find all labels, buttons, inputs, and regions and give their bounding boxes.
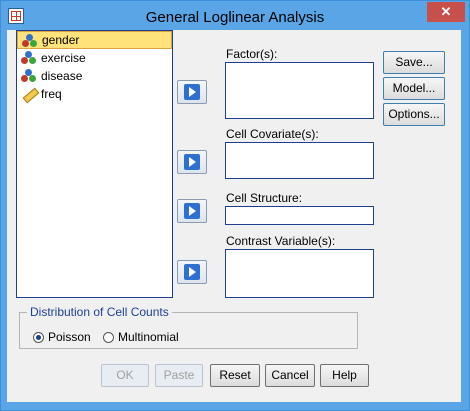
cell-covariates-label: Cell Covariate(s): — [226, 127, 319, 141]
variable-label: freq — [41, 87, 62, 101]
cell-structure-label: Cell Structure: — [226, 191, 303, 205]
variable-label: disease — [41, 69, 83, 83]
factors-label: Factor(s): — [226, 47, 278, 61]
variable-item-exercise[interactable]: exercise — [17, 49, 172, 67]
contrast-variables-label: Contrast Variable(s): — [226, 234, 336, 248]
variable-item-freq[interactable]: freq — [17, 85, 172, 104]
arrow-right-icon — [184, 154, 200, 170]
ok-button[interactable]: OK — [101, 364, 149, 387]
options-button[interactable]: Options... — [383, 103, 445, 126]
close-button[interactable]: ✕ — [427, 2, 465, 22]
contrast-variables-list[interactable] — [225, 249, 374, 298]
nominal-variable-icon — [21, 69, 37, 83]
title-bar[interactable]: General Loglinear Analysis ✕ — [1, 1, 469, 31]
move-to-factors-button[interactable] — [177, 80, 207, 104]
save-button[interactable]: Save... — [383, 51, 445, 74]
arrow-right-icon — [184, 203, 200, 219]
multinomial-radio[interactable] — [103, 332, 114, 343]
nominal-variable-icon — [22, 34, 38, 48]
cancel-button[interactable]: Cancel — [265, 364, 315, 387]
cell-structure-field[interactable] — [225, 206, 374, 225]
variable-list[interactable]: gender exercise disease freq — [16, 30, 173, 298]
variable-item-gender[interactable]: gender — [17, 31, 172, 49]
multinomial-label: Multinomial — [118, 330, 179, 344]
poisson-label: Poisson — [48, 330, 91, 344]
distribution-group-title: Distribution of Cell Counts — [27, 305, 172, 319]
cell-covariates-list[interactable] — [225, 142, 374, 179]
arrow-right-icon — [184, 84, 200, 100]
move-to-cell-covariates-button[interactable] — [177, 150, 207, 174]
paste-button[interactable]: Paste — [155, 364, 203, 387]
move-to-cell-structure-button[interactable] — [177, 199, 207, 223]
help-button[interactable]: Help — [320, 364, 369, 387]
nominal-variable-icon — [21, 51, 37, 65]
scale-variable-icon — [21, 87, 40, 104]
model-button[interactable]: Model... — [383, 77, 445, 100]
variable-item-disease[interactable]: disease — [17, 67, 172, 85]
poisson-radio[interactable] — [33, 332, 44, 343]
variable-label: gender — [42, 33, 80, 47]
move-to-contrast-variables-button[interactable] — [177, 260, 207, 284]
factors-list[interactable] — [225, 62, 374, 119]
arrow-right-icon — [184, 264, 200, 280]
window-title: General Loglinear Analysis — [145, 9, 325, 26]
variable-label: exercise — [41, 51, 86, 65]
reset-button[interactable]: Reset — [210, 364, 260, 387]
